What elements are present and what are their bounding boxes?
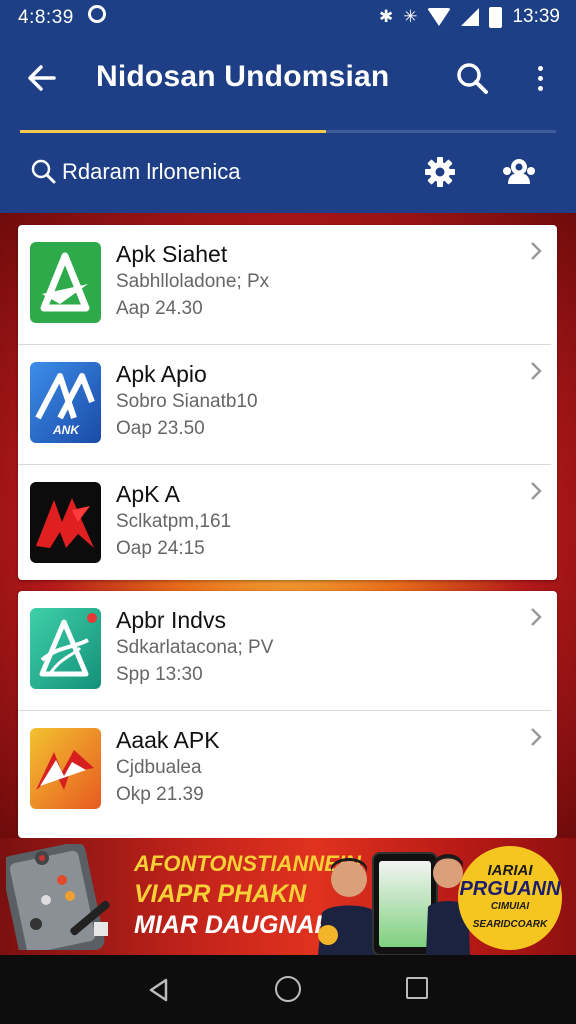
apk-red-black-icon <box>30 482 101 563</box>
nav-back-icon[interactable] <box>146 977 172 1003</box>
more-options-icon[interactable] <box>528 60 552 96</box>
app-list-card: Apk Siahet Sabhlloladone; Px Aap 24.30 A… <box>18 225 557 580</box>
app-bar: Nidosan Undomsian Rdaram lrlonenica <box>0 36 576 213</box>
nav-home-icon[interactable] <box>275 976 301 1002</box>
remote-control-image <box>1 842 124 955</box>
search-field[interactable]: Rdaram lrlonenica <box>62 159 241 185</box>
apk-a-green-icon <box>30 242 101 323</box>
app-subtitle: Sclkatpm,161 <box>116 511 232 532</box>
app-name: Aaak APK <box>116 727 220 753</box>
nav-recents-icon[interactable] <box>406 977 428 999</box>
search-icon[interactable] <box>454 60 490 96</box>
search-icon[interactable] <box>30 158 56 184</box>
progress-bar <box>20 130 556 133</box>
app-name: Apk Siahet <box>116 241 228 267</box>
apk-blue-icon: ANK <box>30 362 101 443</box>
chevron-right-icon <box>531 242 542 260</box>
status-bar: 4:8:39 ✱ ✳ 13:39 <box>0 0 576 36</box>
status-clock: 13:39 <box>512 6 560 27</box>
app-date: Oap 24:15 <box>116 538 205 559</box>
chevron-right-icon <box>531 362 542 380</box>
ad-banner[interactable]: AFONTONSTIANNEIN VIAPR PHAKN MIAR DAUGNA… <box>0 838 576 955</box>
chevron-right-icon <box>531 608 542 626</box>
page-title: Nidosan Undomsian <box>96 60 390 93</box>
list-item[interactable]: Aaak APK Cjdbualea Okp 21.39 <box>18 711 557 831</box>
app-subtitle: Cjdbualea <box>116 757 202 778</box>
app-name: ApK A <box>116 481 180 507</box>
app-name: Apbr Indvs <box>116 607 226 633</box>
list-item[interactable]: ApK A Sclkatpm,161 Oap 24:15 <box>18 465 557 585</box>
progress-bar-fill <box>20 130 326 133</box>
list-item[interactable]: ANK Apk Apio Sobro Sianatb10 Oap 23.50 <box>18 345 557 465</box>
signal-icon <box>461 8 480 26</box>
apk-teal-icon <box>30 608 101 689</box>
chevron-right-icon <box>531 482 542 500</box>
app-list-card: Apbr Indvs Sdkarlatacona; PV Spp 13:30 A… <box>18 591 557 838</box>
status-time: 4:8:39 <box>18 7 74 28</box>
bluetooth-icon: ✱ <box>378 7 394 26</box>
navigation-bar <box>0 955 576 1024</box>
app-subtitle: Sobro Sianatb10 <box>116 391 258 412</box>
app-date: Oap 23.50 <box>116 418 205 439</box>
app-name: Apk Apio <box>116 361 207 387</box>
list-item[interactable]: Apk Siahet Sabhlloladone; Px Aap 24.30 <box>18 225 557 345</box>
person-image <box>318 858 380 955</box>
back-arrow-icon[interactable] <box>24 60 60 96</box>
notification-icon <box>88 5 106 23</box>
people-icon[interactable] <box>502 156 536 188</box>
app-subtitle: Sdkarlatacona; PV <box>116 637 274 658</box>
promo-badge: IARIAI PRGUANN CIMUIAI SEARIDCOARK <box>458 846 562 950</box>
wifi-icon <box>427 8 452 26</box>
list-item[interactable]: Apbr Indvs Sdkarlatacona; PV Spp 13:30 <box>18 591 557 711</box>
app-date: Aap 24.30 <box>116 298 203 319</box>
apk-orange-icon <box>30 728 101 809</box>
chevron-right-icon <box>531 728 542 746</box>
gear-icon[interactable] <box>424 156 456 188</box>
alarm-icon: ✳ <box>403 7 418 26</box>
app-date: Spp 13:30 <box>116 664 203 685</box>
svg-text:ANK: ANK <box>52 423 80 437</box>
battery-icon <box>489 6 503 28</box>
app-date: Okp 21.39 <box>116 784 204 805</box>
app-subtitle: Sabhlloladone; Px <box>116 271 270 292</box>
